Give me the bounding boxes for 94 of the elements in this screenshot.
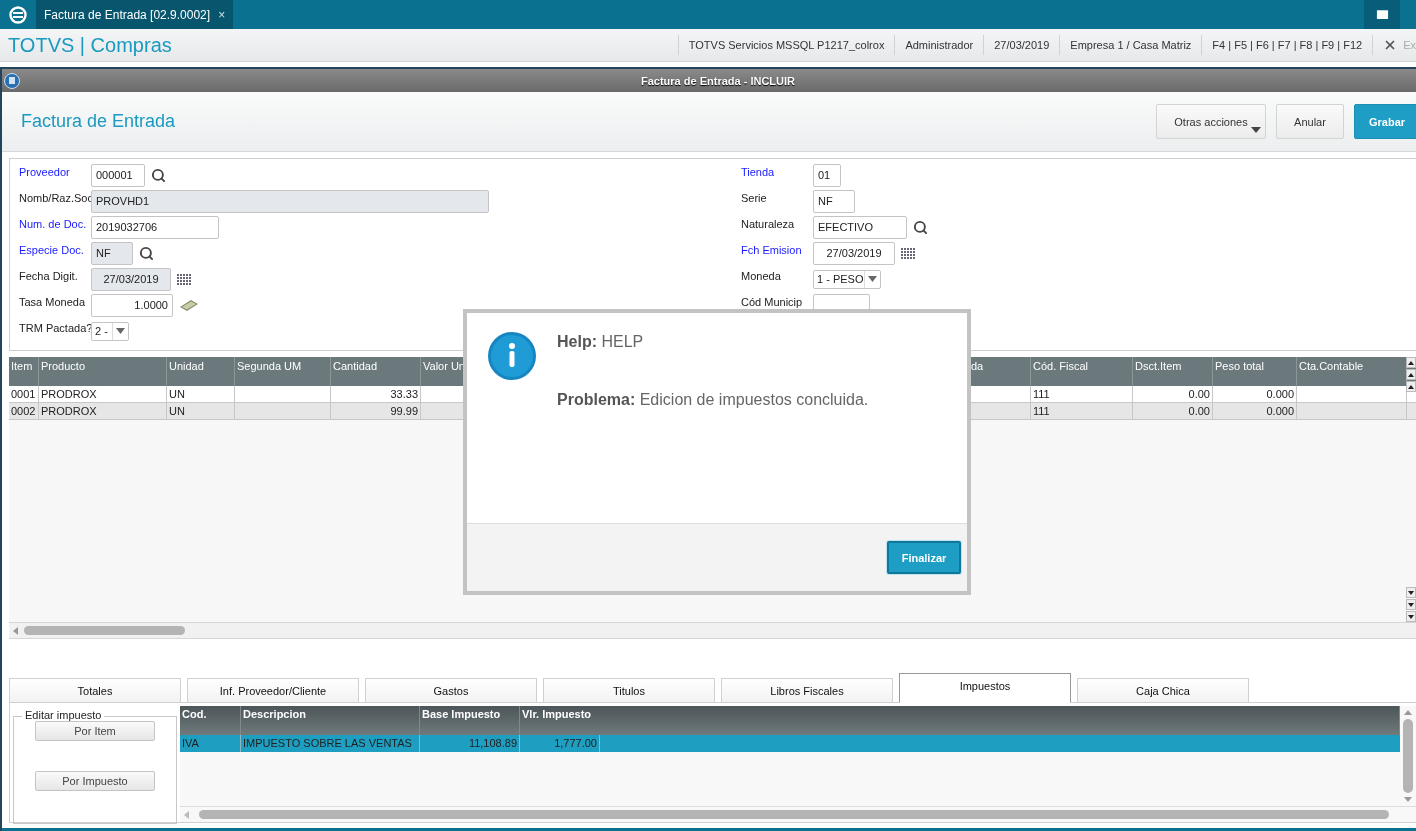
scroll-down-button[interactable] (1406, 611, 1416, 622)
scroll-down-button[interactable] (1406, 599, 1416, 610)
field-label: Naturaleza (741, 218, 796, 230)
input-field[interactable]: 2019032706 (91, 215, 219, 239)
calendar-icon[interactable] (901, 246, 916, 260)
session-info: F4 | F5 | F6 | F7 | F8 | F9 | F12 (1201, 35, 1373, 55)
app-title: TOTVS | Compras (7, 33, 172, 57)
scroll-down-icon[interactable] (1404, 797, 1412, 802)
field-label: Tasa Moneda (19, 296, 87, 308)
window-icon (4, 72, 20, 89)
input-field[interactable]: 27/03/2019 (813, 241, 895, 265)
field-label: Especie Doc. (19, 244, 85, 256)
input-field[interactable]: PROVHD1 (91, 189, 489, 213)
caret-icon (116, 328, 125, 334)
calculator-icon[interactable] (179, 298, 199, 312)
caret-icon (1251, 127, 1261, 133)
edit-button[interactable]: Por Impuesto (35, 771, 155, 791)
tab[interactable]: Titulos (543, 678, 715, 703)
search-icon[interactable] (139, 245, 154, 261)
arrow-down-icon (1408, 614, 1414, 619)
field-label: Fch Emision (741, 244, 803, 256)
input-field[interactable]: EFECTIVO (813, 215, 907, 239)
input-field[interactable]: NF (813, 189, 855, 213)
input-field[interactable]: 27/03/2019 (91, 267, 171, 291)
table-cell: 33.33 (331, 386, 421, 402)
session-info: Empresa 1 / Casa Matriz (1059, 35, 1202, 55)
info-icon (487, 331, 537, 381)
session-info: TOTVS Servicios MSSQL P1217_colrox (677, 35, 895, 55)
scroll-up-button[interactable] (1406, 357, 1416, 368)
field-label: Serie (741, 192, 768, 204)
arrow-up-icon (1408, 384, 1414, 389)
window-title: Factura de Entrada - INCLUIR (640, 74, 796, 87)
field-label: Cód Municip (741, 296, 804, 308)
field-label: Proveedor (19, 166, 71, 178)
caret-icon (868, 276, 877, 282)
action-button[interactable]: Otras acciones (1156, 104, 1266, 139)
group-legend: Editar impuesto (22, 709, 105, 721)
session-info: 27/03/2019 (983, 35, 1060, 55)
table-cell: 111 (1031, 386, 1133, 402)
table-cell: 0.000 (1213, 403, 1297, 419)
scroll-up-icon[interactable] (1404, 710, 1412, 715)
field-label: TRM Pactada? (19, 322, 91, 334)
arrow-up-icon (1408, 372, 1414, 377)
input-field[interactable]: 01 (813, 163, 841, 187)
table-cell: 0002 (9, 403, 39, 419)
dropdown-field[interactable]: 2 - (91, 321, 129, 341)
page-title: Factura de Entrada (21, 111, 176, 132)
mail-button[interactable] (1364, 0, 1400, 29)
logo-icon[interactable] (9, 5, 27, 24)
table-cell: 99.99 (331, 403, 421, 419)
scrollbar-thumb[interactable] (199, 810, 1389, 819)
scroll-up-button[interactable] (1406, 369, 1416, 380)
app-tab[interactable]: Factura de Entrada [02.9.0002] × (36, 0, 234, 29)
field-label: Fecha Digit. (19, 270, 79, 282)
input-field[interactable]: 1.0000 (91, 293, 173, 317)
table-row[interactable]: IVA IMPUESTO SOBRE LAS VENTAS 11,108.89 1,777.00 (180, 735, 1400, 752)
table-cell: 0.00 (1133, 403, 1213, 419)
table-cell: UN (167, 386, 235, 402)
search-icon[interactable] (151, 167, 166, 183)
table-cell: UN (167, 403, 235, 419)
help-text: Help: HELP (557, 333, 645, 351)
scrollbar-thumb[interactable] (24, 626, 185, 635)
field-label: Tienda (741, 166, 776, 178)
tab[interactable]: Libros Fiscales (721, 678, 893, 703)
tab[interactable]: Totales (9, 678, 181, 703)
scroll-up-button[interactable] (1406, 381, 1416, 392)
dropdown-field[interactable]: 1 - PESO (813, 269, 881, 289)
field-label: Nomb/Raz.Soc (19, 192, 91, 204)
input-field[interactable]: NF (91, 241, 133, 265)
table-cell: 0.000 (1213, 386, 1297, 402)
problem-text: Problema: Edicion de impuestos concluida. (557, 391, 869, 409)
tab[interactable]: Inf. Proveedor/Cliente (187, 678, 359, 703)
table-cell: PRODROX (39, 403, 167, 419)
tab[interactable]: Gastos (365, 678, 537, 703)
table-cell: 0001 (9, 386, 39, 402)
search-icon[interactable] (913, 219, 928, 235)
tab[interactable]: Caja Chica (1077, 678, 1249, 703)
table-cell: 0.00 (1133, 386, 1213, 402)
close-icon[interactable]: × (218, 7, 226, 22)
input-field[interactable]: 000001 (91, 163, 145, 187)
scrollbar-thumb[interactable] (1403, 719, 1413, 793)
scroll-down-button[interactable] (1406, 587, 1416, 598)
arrow-up-icon (1408, 360, 1414, 365)
calendar-icon[interactable] (177, 272, 192, 286)
tab[interactable]: Impuestos (899, 673, 1071, 703)
field-label: Num. de Doc. (19, 218, 88, 230)
field-label: Moneda (741, 270, 782, 282)
arrow-down-icon (1408, 602, 1414, 607)
edit-button[interactable]: Por Item (35, 721, 155, 741)
table-cell: PRODROX (39, 386, 167, 402)
table-cell: 111 (1031, 403, 1133, 419)
arrow-down-icon (1408, 590, 1414, 595)
action-button[interactable]: Anular (1276, 104, 1344, 139)
session-info: Administrador (894, 35, 984, 55)
